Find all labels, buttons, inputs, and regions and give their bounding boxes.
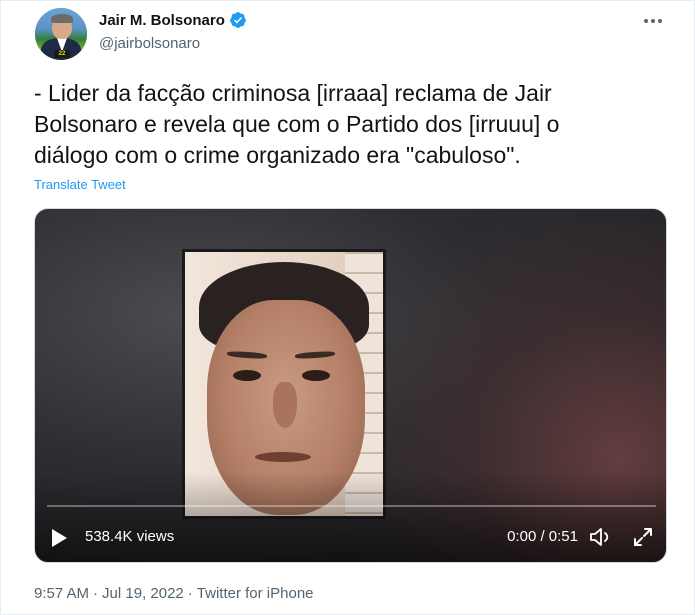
avatar-hair [51, 14, 73, 23]
avatar-badge: 22 [54, 50, 70, 58]
verified-badge-icon [229, 12, 246, 28]
mugshot-nose [273, 382, 297, 428]
video-controls: 538.4K views 0:00 / 0:51 [35, 521, 666, 553]
more-options-icon[interactable] [642, 13, 664, 29]
mugshot-mouth [255, 452, 311, 462]
video-time: 0:00 / 0:51 [507, 528, 578, 545]
volume-icon[interactable] [588, 526, 614, 548]
tweet-source[interactable]: Twitter for iPhone [197, 585, 314, 602]
more-dot [658, 19, 662, 23]
author-display-name[interactable]: Jair M. Bolsonaro [99, 12, 225, 29]
mugshot-eye-right [302, 370, 330, 381]
video-view-count: 538.4K views [85, 528, 175, 545]
author-name-row: Jair M. Bolsonaro [99, 10, 247, 30]
more-dot [644, 19, 648, 23]
tweet-text: - Lider da facção criminosa [irraaa] rec… [34, 80, 560, 168]
video-progress-bar[interactable] [47, 505, 656, 507]
tweet-card: 22 Jair M. Bolsonaro @jairbolsonaro - Li… [0, 0, 695, 615]
video-player[interactable]: 538.4K views 0:00 / 0:51 [34, 208, 667, 563]
tweet-meta: 9:57 AM · Jul 19, 2022 · Twitter for iPh… [34, 585, 314, 602]
tweet-date[interactable]: Jul 19, 2022 [102, 585, 184, 602]
tweet-time[interactable]: 9:57 AM [34, 585, 89, 602]
meta-separator: · [93, 585, 99, 602]
author-handle[interactable]: @jairbolsonaro [99, 35, 200, 52]
mugshot-eye-left [233, 370, 261, 381]
more-dot [651, 19, 655, 23]
translate-tweet-link[interactable]: Translate Tweet [34, 177, 126, 192]
meta-separator: · [187, 585, 193, 602]
play-icon[interactable] [52, 529, 67, 547]
avatar[interactable]: 22 [35, 8, 87, 60]
fullscreen-icon[interactable] [632, 526, 654, 548]
